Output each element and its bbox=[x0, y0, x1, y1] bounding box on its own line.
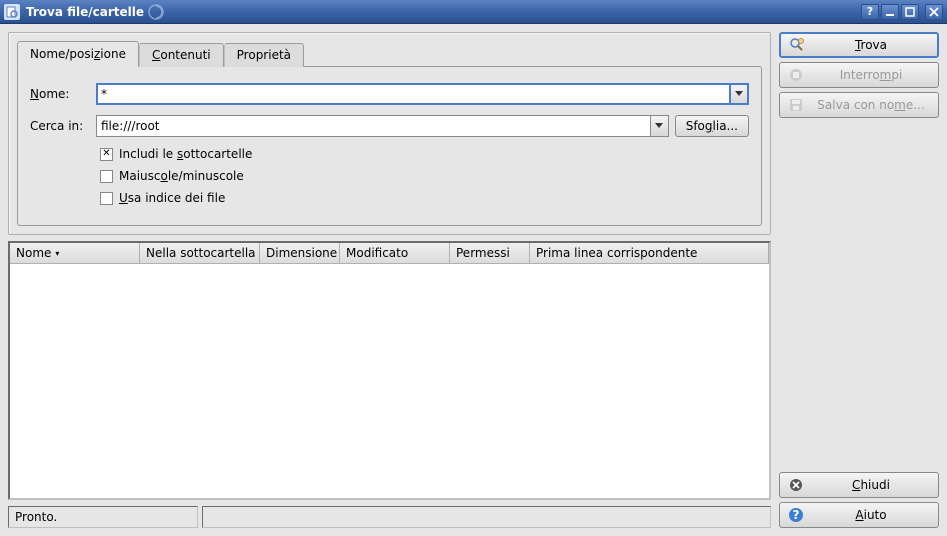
close-icon bbox=[788, 477, 804, 493]
chevron-down-icon bbox=[735, 91, 743, 97]
search-in-input[interactable] bbox=[96, 115, 651, 137]
help-button[interactable]: ? bbox=[861, 4, 879, 20]
name-dropdown-button[interactable] bbox=[731, 83, 749, 105]
tab-properties-label: Proprietà bbox=[237, 48, 291, 62]
col-modified[interactable]: Modificato bbox=[340, 243, 450, 263]
case-sensitive-row: Maiuscole/minuscole bbox=[100, 169, 749, 183]
sort-arrow-icon: ▾ bbox=[55, 249, 59, 258]
status-detail bbox=[202, 506, 771, 528]
help-icon: ? bbox=[788, 507, 804, 523]
tab-contents[interactable]: Contenuti bbox=[139, 43, 224, 67]
tab-properties[interactable]: Proprietà bbox=[224, 43, 304, 67]
name-input[interactable] bbox=[96, 83, 731, 105]
search-criteria-group: Nome/posizione Contenuti Proprietà Nome: bbox=[8, 32, 771, 235]
use-index-checkbox[interactable] bbox=[100, 192, 113, 205]
save-icon bbox=[788, 97, 804, 113]
col-name[interactable]: Nome ▾ bbox=[10, 243, 140, 263]
col-permissions[interactable]: Permessi bbox=[450, 243, 530, 263]
help-dialog-button[interactable]: ? Aiuto bbox=[779, 502, 939, 528]
search-in-dropdown-button[interactable] bbox=[651, 115, 669, 137]
name-combo bbox=[96, 83, 749, 105]
include-subfolders-checkbox[interactable] bbox=[100, 148, 113, 161]
save-as-button: Salva con nome... bbox=[779, 92, 939, 118]
minimize-button[interactable] bbox=[881, 4, 899, 20]
tab-name-position[interactable]: Nome/posizione bbox=[17, 41, 139, 67]
search-in-row: Cerca in: Sfoglia... bbox=[30, 115, 749, 137]
find-button[interactable]: Trova bbox=[779, 32, 939, 58]
include-subfolders-row: Includi le sottocartelle bbox=[100, 147, 749, 161]
use-index-row: Usa indice dei file bbox=[100, 191, 749, 205]
window-title: Trova file/cartelle bbox=[26, 5, 144, 19]
tabs: Nome/posizione Contenuti Proprietà bbox=[17, 41, 762, 67]
titlebar: Trova file/cartelle ? bbox=[0, 0, 947, 24]
col-name-label: Nome bbox=[16, 246, 51, 260]
search-in-combo bbox=[96, 115, 669, 137]
app-icon bbox=[4, 4, 20, 20]
left-panel: Nome/posizione Contenuti Proprietà Nome: bbox=[8, 32, 771, 528]
tab-content: Nome: Cerca in: bbox=[17, 66, 762, 226]
right-panel: Trova Interrompi Salva con nome... Chiud… bbox=[779, 32, 939, 528]
kde-swirl-icon bbox=[148, 4, 164, 20]
case-sensitive-checkbox[interactable] bbox=[100, 170, 113, 183]
col-subfolder[interactable]: Nella sottocartella bbox=[140, 243, 260, 263]
results-table: Nome ▾ Nella sottocartella Dimensione Mo… bbox=[8, 241, 771, 500]
stop-icon bbox=[788, 67, 804, 83]
close-button[interactable] bbox=[925, 4, 943, 20]
col-size[interactable]: Dimensione bbox=[260, 243, 340, 263]
stop-button: Interrompi bbox=[779, 62, 939, 88]
search-in-label: Cerca in: bbox=[30, 119, 90, 133]
status-bar: Pronto. bbox=[8, 506, 771, 528]
search-icon bbox=[789, 37, 805, 53]
browse-button[interactable]: Sfoglia... bbox=[675, 115, 749, 137]
col-first-match[interactable]: Prima linea corrispondente bbox=[530, 243, 769, 263]
maximize-button[interactable] bbox=[901, 4, 919, 20]
status-ready: Pronto. bbox=[8, 506, 198, 528]
results-body[interactable] bbox=[10, 264, 769, 498]
chevron-down-icon bbox=[655, 123, 663, 129]
window-body: Nome/posizione Contenuti Proprietà Nome: bbox=[0, 24, 947, 536]
name-row: Nome: bbox=[30, 83, 749, 105]
results-header: Nome ▾ Nella sottocartella Dimensione Mo… bbox=[10, 243, 769, 264]
svg-text:?: ? bbox=[793, 508, 800, 522]
close-dialog-button[interactable]: Chiudi bbox=[779, 472, 939, 498]
